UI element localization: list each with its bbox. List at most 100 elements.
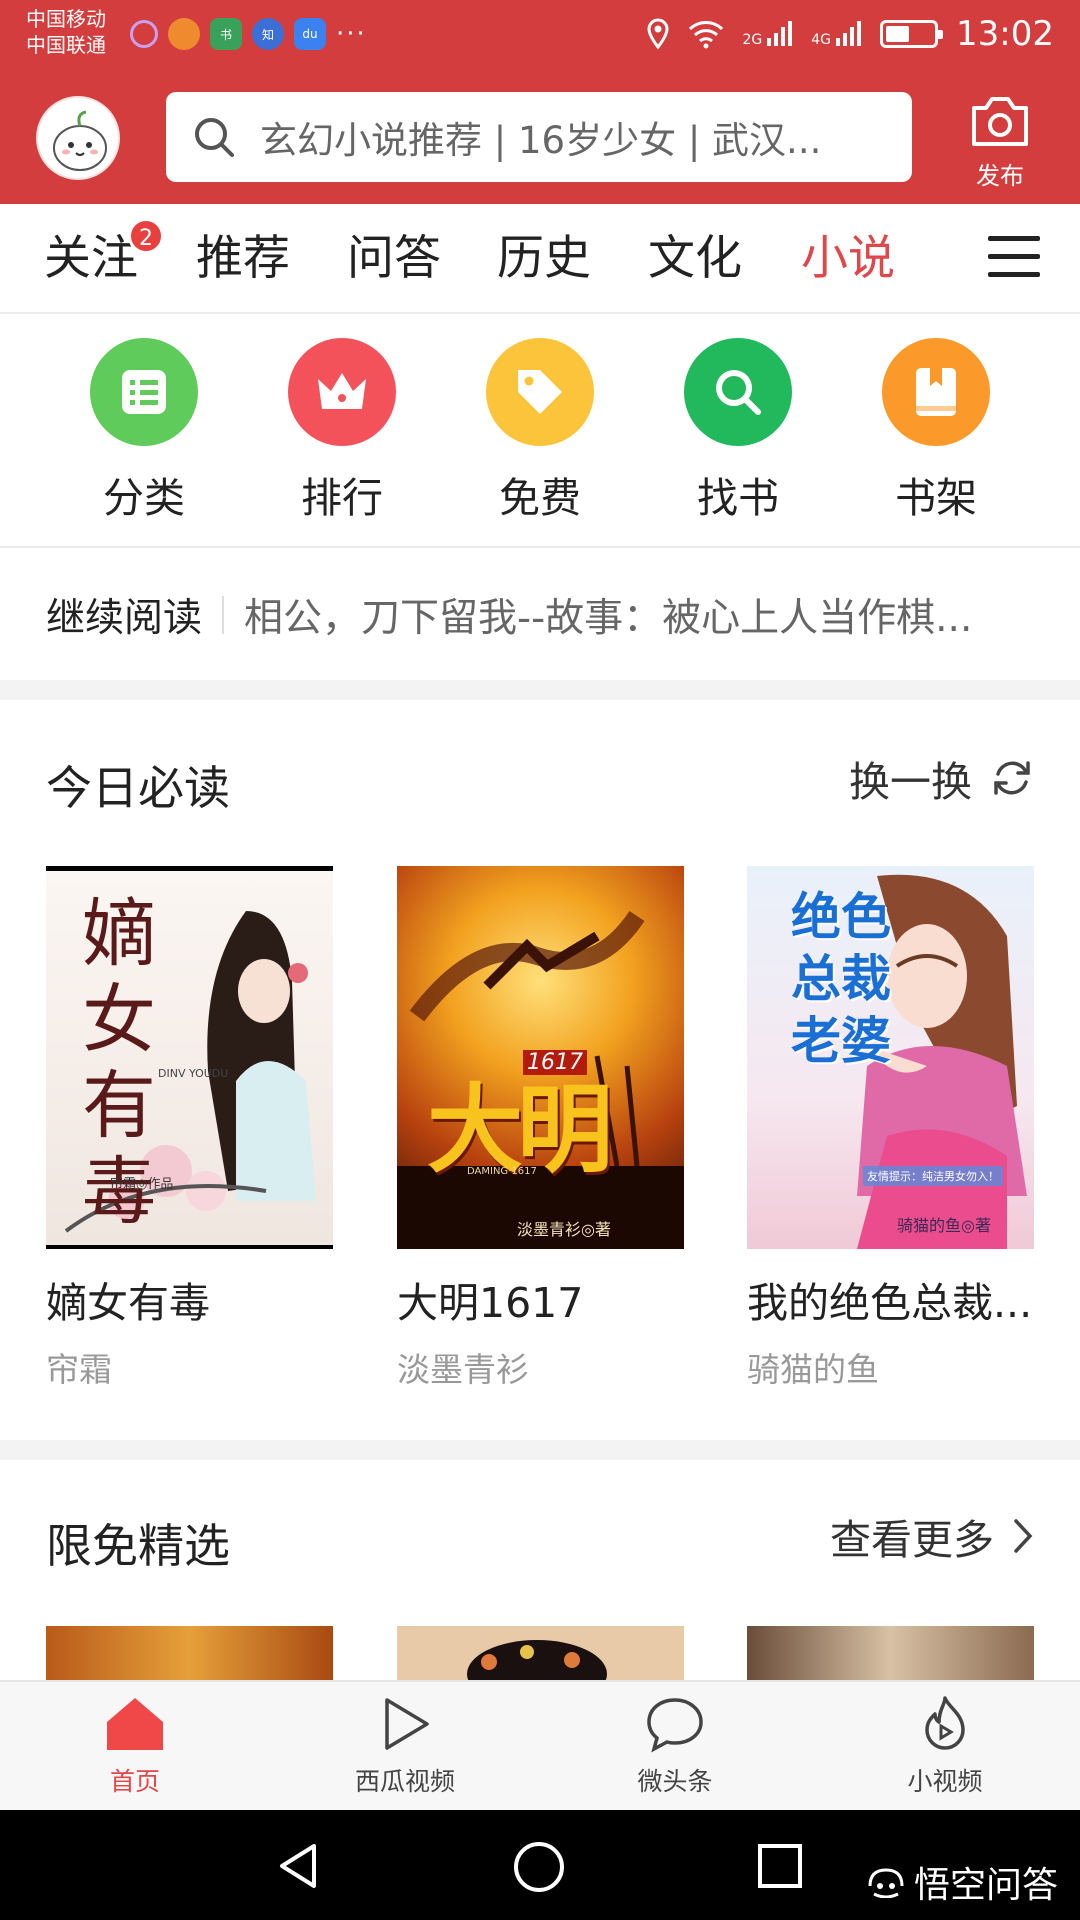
wifi-icon — [689, 21, 724, 49]
home-button-icon[interactable] — [512, 1840, 566, 1894]
tab-recommend[interactable]: 推荐 — [196, 232, 290, 286]
free-book-cover[interactable] — [46, 1626, 333, 1680]
avatar-cartoon-icon — [53, 110, 107, 171]
nav-label: 西瓜视频 — [354, 1767, 455, 1796]
section-divider — [0, 680, 1080, 700]
nav-weitoutiao[interactable]: 微头条 — [585, 1694, 765, 1798]
headset-app-icon — [130, 20, 158, 48]
user-avatar[interactable] — [36, 96, 120, 180]
flame-play-icon — [925, 1696, 965, 1750]
signal-bars-icon — [767, 21, 793, 46]
see-more-label: 查看更多 — [830, 1516, 994, 1564]
signal-bars-icon — [836, 21, 862, 46]
chevron-right-icon — [1014, 1519, 1033, 1553]
battery-level — [886, 26, 910, 42]
wukong-logo-icon — [868, 1868, 904, 1898]
follow-badge: 2 — [128, 218, 164, 254]
status-bar: 中国移动 中国联通 书 知 du ··· 2G 4G 13:02 — [0, 0, 1080, 76]
tag-icon — [486, 338, 594, 446]
list-icon — [90, 338, 198, 446]
book-icon — [882, 338, 990, 446]
quick-ranking[interactable]: 排行 — [272, 338, 412, 524]
quick-label: 免费 — [499, 474, 581, 522]
book-cover: 嫡女有毒 DINV YOUDU 帘霜◎作品 — [46, 866, 333, 1249]
today-section-title: 今日必读 — [46, 761, 230, 815]
book-author: 淡墨青衫 — [397, 1350, 529, 1389]
cover-author-credit: 骑猫的鱼◎著 — [897, 1216, 991, 1235]
continue-reading[interactable]: 继续阅读 相公，刀下留我--故事：被心上人当作棋... — [0, 550, 1080, 680]
status-right: 2G 4G 13:02 — [646, 14, 1054, 54]
tab-label: 推荐 — [196, 231, 290, 286]
quick-find-book[interactable]: 找书 — [668, 338, 808, 524]
nav-short-video[interactable]: 小视频 — [855, 1694, 1035, 1798]
nav-home[interactable]: 首页 — [45, 1694, 225, 1798]
quick-label: 书架 — [895, 474, 977, 522]
status-time: 13:02 — [956, 14, 1054, 54]
tab-history[interactable]: 历史 — [497, 232, 591, 286]
tab-novel[interactable]: 小说 — [801, 232, 895, 286]
book-card[interactable]: 大明 1617 DAMING·1617 淡墨青衫◎著 大明1617 淡墨青衫 — [397, 866, 684, 1391]
carrier-info: 中国移动 中国联通 — [26, 6, 106, 58]
continue-reading-title: 相公，刀下留我--故事：被心上人当作棋... — [244, 596, 973, 641]
cover-illustration — [467, 1640, 607, 1680]
tab-culture[interactable]: 文化 — [648, 232, 742, 286]
quick-label: 分类 — [103, 474, 185, 522]
tab-label: 关注 — [44, 231, 138, 286]
channel-menu-button[interactable] — [988, 236, 1040, 282]
cover-author-credit: 淡墨青衫◎著 — [517, 1220, 611, 1239]
app-notification-icon — [168, 18, 200, 50]
quick-free[interactable]: 免费 — [470, 338, 610, 524]
quick-category[interactable]: 分类 — [74, 338, 214, 524]
refresh-icon — [994, 761, 1030, 795]
nav-label: 首页 — [109, 1767, 160, 1796]
book-title: 大明1617 — [397, 1279, 584, 1327]
search-icon — [684, 338, 792, 446]
quick-bookshelf[interactable]: 书架 — [866, 338, 1006, 524]
divider — [222, 596, 225, 634]
menu-icon-line — [988, 254, 1040, 259]
free-book-cover[interactable] — [397, 1626, 684, 1680]
free-book-cover[interactable] — [747, 1626, 1034, 1680]
book-card[interactable]: 绝色总裁老婆 友情提示：纯洁男女勿入！ 骑猫的鱼◎著 我的绝色总裁... 骑猫的… — [747, 866, 1034, 1391]
channel-tabs: 关注 2 推荐 问答 历史 文化 小说 — [0, 204, 1080, 314]
tab-label: 文化 — [648, 231, 742, 286]
battery-icon — [880, 20, 944, 48]
tab-qa[interactable]: 问答 — [347, 232, 441, 286]
see-more-button[interactable]: 查看更多 — [830, 1506, 1034, 1566]
camera-icon — [972, 97, 1028, 146]
book-cover: 大明 1617 DAMING·1617 淡墨青衫◎著 — [397, 866, 684, 1249]
cover-title: 绝色总裁老婆 — [791, 887, 891, 1070]
novel-app-icon: 书 — [210, 18, 242, 50]
refresh-label: 换一换 — [849, 758, 972, 806]
back-icon[interactable] — [272, 1840, 324, 1892]
cover-author-credit: 帘霜◎作品 — [110, 1177, 174, 1192]
refresh-button[interactable]: 换一换 — [849, 748, 1034, 808]
network-type-2: 4G — [811, 32, 832, 48]
quick-links: 分类 排行 免费 找书 书架 — [0, 316, 1080, 548]
quick-label: 排行 — [301, 474, 383, 522]
book-card[interactable]: 嫡女有毒 DINV YOUDU 帘霜◎作品 嫡女有毒 帘霜 — [46, 866, 333, 1391]
baidu-app-icon: du — [294, 18, 326, 50]
menu-icon — [988, 236, 1040, 241]
quick-label: 找书 — [697, 474, 779, 522]
nav-xigua-video[interactable]: 西瓜视频 — [315, 1694, 495, 1798]
search-box[interactable]: 玄幻小说推荐 | 16岁少女 | 武汉... — [166, 92, 912, 182]
signal-2: 4G — [811, 20, 862, 48]
app-screen: 中国移动 中国联通 书 知 du ··· 2G 4G 13:02 玄幻小说推荐 … — [0, 0, 1080, 1920]
more-notifications: ··· — [336, 19, 367, 49]
section-divider — [0, 1440, 1080, 1460]
book-title: 嫡女有毒 — [46, 1279, 210, 1327]
tab-follow[interactable]: 关注 — [44, 232, 138, 286]
tab-label: 小说 — [801, 231, 895, 286]
zhihu-app-icon: 知 — [252, 18, 284, 50]
free-section-title: 限免精选 — [46, 1519, 230, 1573]
signal-1: 2G — [742, 20, 793, 48]
cover-subtitle: DAMING·1617 — [467, 1166, 537, 1177]
book-author: 帘霜 — [46, 1350, 112, 1389]
search-placeholder: 玄幻小说推荐 | 16岁少女 | 武汉... — [260, 119, 822, 162]
tab-label: 历史 — [497, 231, 591, 286]
publish-button[interactable]: 发布 — [960, 94, 1040, 194]
nav-label: 小视频 — [907, 1767, 983, 1796]
recents-icon[interactable] — [756, 1842, 804, 1890]
network-type-1: 2G — [742, 32, 763, 48]
